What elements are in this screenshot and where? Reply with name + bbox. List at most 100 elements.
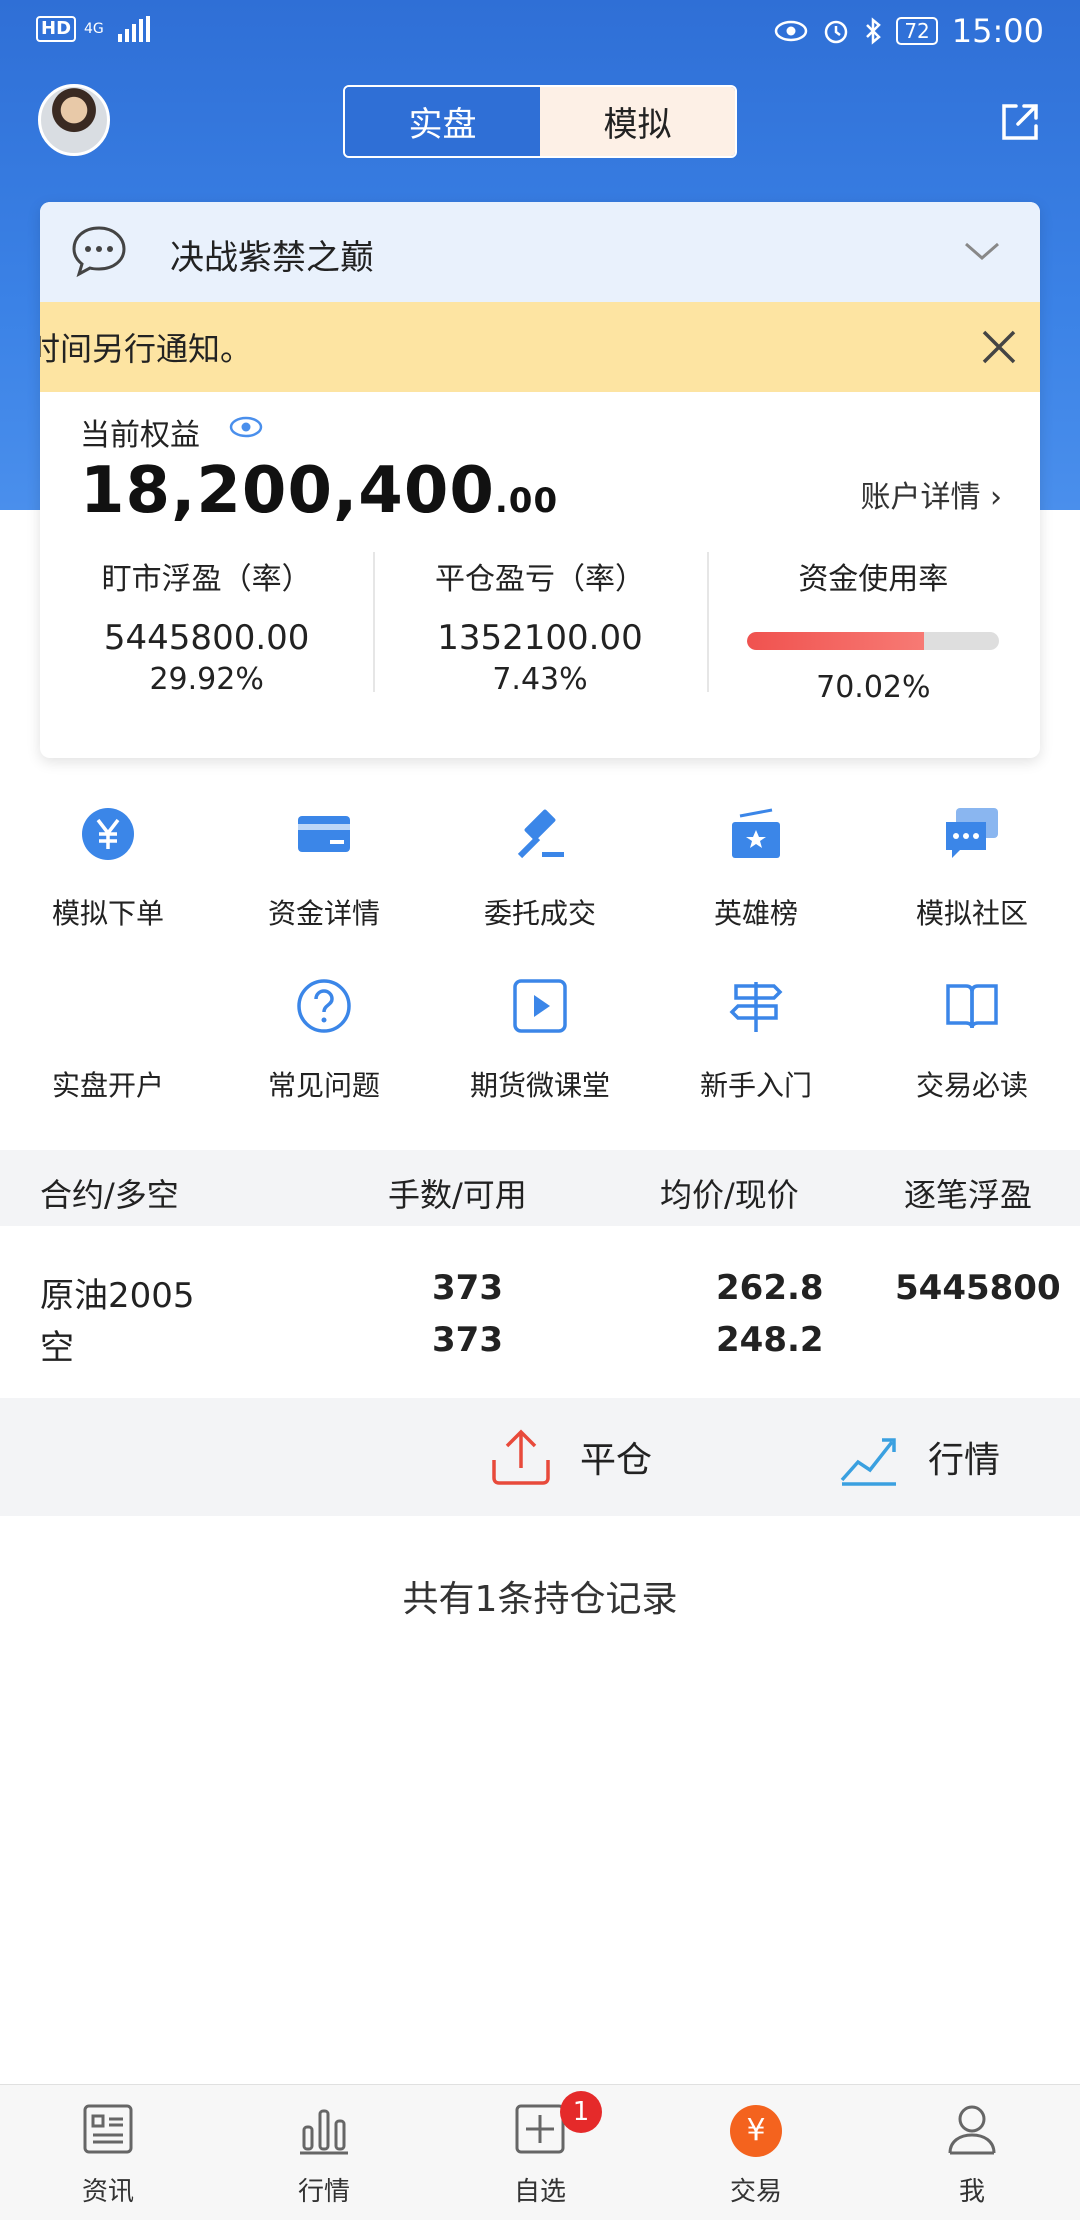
equity-value: 18,200,400.00	[80, 454, 558, 528]
menu-item-leaderboard[interactable]: 英雄榜	[648, 800, 864, 972]
eye-icon[interactable]	[228, 414, 264, 440]
yen-icon	[82, 808, 134, 860]
nav-trade[interactable]: ¥ 交易	[648, 2085, 864, 2220]
battery-icon: 72	[896, 17, 938, 45]
lots: 373	[432, 1268, 503, 1308]
usage-progress-bar	[747, 632, 1000, 650]
stat-value: 5445800.00	[103, 618, 310, 658]
close-icon[interactable]	[980, 328, 1018, 366]
close-position-label: 平仓	[580, 1440, 653, 1481]
average-price: 262.8	[716, 1268, 824, 1308]
usage-progress-fill	[747, 632, 924, 650]
user-icon	[948, 2105, 996, 2155]
alarm-icon	[825, 20, 848, 44]
close-position-button[interactable]: 平仓	[490, 1426, 652, 1488]
share-icon[interactable]	[996, 98, 1044, 146]
tab-real[interactable]: 实盘	[345, 87, 540, 156]
nav-label: 资讯	[81, 2177, 134, 2207]
stat-rate: 29.92%	[149, 662, 264, 697]
col-price: 均价/现价	[660, 1176, 799, 1214]
chat-icon	[946, 808, 998, 858]
position-direction: 空	[40, 1328, 74, 1368]
trend-chart-icon	[840, 1438, 896, 1486]
signal-icon	[117, 16, 150, 42]
gavel-icon	[517, 809, 564, 859]
trophy-icon	[732, 808, 780, 858]
avatar[interactable]	[38, 84, 110, 156]
group-name: 决战紫禁之巅	[170, 238, 374, 278]
nav-label: 我	[958, 2177, 985, 2207]
stat-label: 盯市浮盈（率）	[101, 562, 312, 597]
eye-comfort-icon	[775, 20, 808, 42]
chevron-down-icon[interactable]	[962, 236, 1002, 266]
nav-me[interactable]: 我	[864, 2085, 1080, 2220]
col-lots: 手数/可用	[388, 1176, 527, 1214]
quote-button[interactable]: 行情	[838, 1426, 1000, 1488]
menu-label: 资金详情	[267, 897, 380, 930]
records-count: 共有1条持仓记录	[402, 1579, 678, 1620]
bluetooth-icon	[866, 17, 882, 45]
quote-label: 行情	[928, 1440, 1001, 1481]
feature-grid: 模拟下单 资金详情 委托成交 英雄榜 模拟社区 实盘开户 常见问题 期货微课堂	[0, 800, 1080, 1144]
stat-closed-pnl: 平仓盈亏（率） 1352100.00 7.43%	[373, 542, 706, 697]
equity-decimal: .00	[494, 481, 559, 521]
nav-watchlist[interactable]: 1 自选	[432, 2085, 648, 2220]
current-price: 248.2	[716, 1320, 824, 1360]
menu-item-community[interactable]: 模拟社区	[864, 800, 1080, 972]
menu-label: 新手入门	[699, 1069, 812, 1102]
add-box-icon	[515, 2104, 565, 2154]
chat-bubble-icon	[72, 226, 126, 278]
menu-item-must-read[interactable]: 交易必读	[864, 972, 1080, 1144]
stat-label: 资金使用率	[798, 562, 949, 597]
table-row[interactable]: 原油2005 空 373 373 262.8 248.2 5445800	[0, 1228, 1080, 1398]
menu-label: 委托成交	[483, 897, 596, 930]
tab-simulation[interactable]: 模拟	[540, 87, 735, 156]
notice-banner: 时间另行通知。	[40, 302, 1040, 392]
menu-label: 实盘开户	[51, 1069, 164, 1102]
status-bar: HD 4G 72 15:00	[0, 0, 1080, 64]
nav-label: 行情	[297, 2177, 350, 2207]
menu-label: 模拟社区	[915, 897, 1028, 930]
equity-label: 当前权益	[80, 418, 200, 453]
usage-rate: 70.02%	[816, 670, 931, 705]
float-pnl: 5445800	[895, 1268, 1061, 1308]
col-float-pnl: 逐笔浮盈	[904, 1176, 1033, 1214]
menu-item-beginner[interactable]: 新手入门	[648, 972, 864, 1144]
trade-icon: ¥	[730, 2105, 782, 2157]
bottom-nav: 资讯 行情 1 自选 ¥ 交易 我	[0, 2084, 1080, 2220]
stat-mark-to-market: 盯市浮盈（率） 5445800.00 29.92%	[40, 542, 373, 697]
col-contract: 合约/多空	[40, 1176, 179, 1214]
account-mode-switch: 实盘 模拟	[343, 85, 737, 158]
nav-label: 自选	[513, 2177, 566, 2207]
clock: 15:00	[951, 12, 1044, 50]
nav-label: 交易	[729, 2177, 782, 2207]
menu-label: 模拟下单	[51, 897, 164, 930]
signpost-icon	[729, 982, 783, 1032]
menu-item-open-account[interactable]: 实盘开户	[0, 972, 216, 1144]
notice-text: 时间另行通知。	[40, 330, 253, 368]
menu-item-orders[interactable]: 委托成交	[432, 800, 648, 972]
nav-market[interactable]: 行情	[216, 2085, 432, 2220]
card-icon	[298, 816, 350, 852]
news-icon	[83, 2104, 133, 2154]
stat-label: 平仓盈亏（率）	[434, 562, 645, 597]
menu-label: 交易必读	[915, 1069, 1028, 1102]
notification-badge: 1	[560, 2091, 602, 2133]
group-selector[interactable]: 决战紫禁之巅	[40, 202, 1040, 302]
stats-row: 盯市浮盈（率） 5445800.00 29.92% 平仓盈亏（率） 135210…	[40, 542, 1040, 705]
bar-chart-icon	[300, 2109, 348, 2155]
stat-value: 1352100.00	[437, 618, 643, 658]
account-detail-link[interactable]: 账户详情 ›	[860, 472, 1002, 516]
menu-label: 期货微课堂	[469, 1069, 610, 1102]
menu-item-sim-order[interactable]: 模拟下单	[0, 800, 216, 972]
menu-item-fund-detail[interactable]: 资金详情	[216, 800, 432, 972]
position-actions: 平仓 行情	[0, 1398, 1080, 1516]
play-icon	[513, 979, 567, 1033]
menu-item-faq[interactable]: 常见问题	[216, 972, 432, 1144]
stat-rate: 7.43%	[492, 662, 588, 697]
menu-label: 常见问题	[267, 1069, 380, 1102]
menu-item-course[interactable]: 期货微课堂	[432, 972, 648, 1144]
nav-news[interactable]: 资讯	[0, 2085, 216, 2220]
account-card: 决战紫禁之巅 时间另行通知。 当前权益 18,200,400.00 账户详情 ›…	[40, 202, 1040, 758]
stat-fund-usage: 资金使用率 70.02%	[706, 542, 1040, 705]
